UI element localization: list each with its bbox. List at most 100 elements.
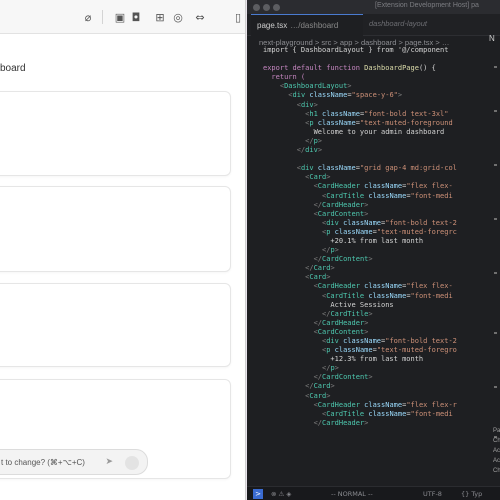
code-line[interactable]: import { DashboardLayout } from '@/compo… xyxy=(247,46,500,55)
code-line[interactable]: </CardHeader> xyxy=(247,319,500,328)
expand-icon[interactable]: ⇔ xyxy=(192,9,208,25)
line-text: </Card> xyxy=(263,264,335,273)
code-line[interactable]: return ( xyxy=(247,73,500,82)
code-line[interactable]: <CardHeader className="flex flex- xyxy=(247,282,500,291)
tab-dashboard-layout[interactable]: dashboard-layout xyxy=(369,19,427,28)
vim-mode: -- NORMAL -- xyxy=(331,490,373,498)
send-icon[interactable]: ➤ xyxy=(105,457,113,467)
side-panel-item[interactable]: Ac xyxy=(493,458,500,464)
close-window-button[interactable] xyxy=(253,4,260,11)
code-line[interactable]: <CardHeader className="flex flex- xyxy=(247,182,500,191)
code-line[interactable]: <div> xyxy=(247,101,500,110)
code-line[interactable]: <Card> xyxy=(247,392,500,401)
code-line[interactable]: <div className="grid gap-4 md:grid-col xyxy=(247,164,500,173)
line-text: <div className="font-bold text-2 xyxy=(263,337,457,345)
code-line[interactable]: </CardContent> xyxy=(247,373,500,382)
line-text: <div className="font-bold text-2 xyxy=(263,218,457,227)
code-line[interactable]: <h1 className="font-bold text-3xl" xyxy=(247,110,500,119)
code-line[interactable]: +12.3% from last month xyxy=(247,355,500,364)
line-text: <CardHeader className="flex flex- xyxy=(263,182,453,191)
code-line[interactable]: export default function DashboardPage() … xyxy=(247,64,500,73)
side-panel-item[interactable]: Ch xyxy=(493,438,500,444)
line-text: <Card> xyxy=(263,391,331,400)
code-line[interactable]: </Card> xyxy=(247,382,500,391)
line-text: <div className="grid gap-4 md:grid-col xyxy=(263,164,457,173)
code-line[interactable]: </Card> xyxy=(247,264,500,273)
zoom-window-button[interactable] xyxy=(273,4,280,11)
code-line[interactable]: </CardTitle> xyxy=(247,310,500,319)
side-panel-item[interactable]: Ac xyxy=(493,448,500,454)
code-line[interactable]: <CardContent> xyxy=(247,328,500,337)
code-line[interactable]: <div className="font-bold text-2 xyxy=(247,337,500,346)
code-line[interactable]: <CardContent> xyxy=(247,210,500,219)
code-line[interactable]: </div> xyxy=(247,146,500,155)
tab-label: page.tsx xyxy=(257,21,288,30)
camera-icon[interactable]: ◘ xyxy=(128,9,144,25)
tab-page-tsx[interactable]: page.tsx …/dashboard xyxy=(251,14,363,36)
line-text: </CardHeader> xyxy=(263,318,369,327)
code-line[interactable]: Active Sessions xyxy=(247,301,500,310)
code-line[interactable]: <Card> xyxy=(247,173,500,182)
code-line[interactable]: <CardTitle className="font-medi xyxy=(247,292,500,301)
code-line[interactable]: </CardContent> xyxy=(247,255,500,264)
language-mode[interactable]: {} Typ xyxy=(461,490,482,498)
screenshot-icon[interactable]: ▣ xyxy=(112,9,128,25)
code-line[interactable]: <p className="text-muted-foreground xyxy=(247,119,500,128)
chat-placeholder: t to change? (⌘+⌥+C) xyxy=(1,457,85,467)
status-bar: >< ⊗ ⚠ ◈ -- NORMAL -- UTF-8 {} Typ xyxy=(247,486,500,500)
code-line[interactable] xyxy=(247,55,500,64)
line-text: </CardHeader> xyxy=(263,200,369,209)
code-line[interactable]: </p> xyxy=(247,137,500,146)
line-text: </div> xyxy=(263,146,323,155)
sidebar-icon[interactable]: ▯ xyxy=(230,9,245,25)
code-area[interactable]: import { DashboardLayout } from '@/compo… xyxy=(247,46,500,428)
window-title: [Extension Development Host] pa xyxy=(375,2,479,9)
minimize-window-button[interactable] xyxy=(263,4,270,11)
line-text: <CardHeader className="flex flex-r xyxy=(263,400,457,409)
side-panel xyxy=(490,30,500,480)
line-text: <p className="text-muted-foregrc xyxy=(263,227,457,236)
code-line[interactable]: <DashboardLayout> xyxy=(247,82,500,91)
line-text: return ( xyxy=(263,73,306,82)
target-icon[interactable]: ◎ xyxy=(170,9,186,25)
line-text: </CardContent> xyxy=(263,373,373,382)
code-line[interactable]: <div className="space-y-6"> xyxy=(247,91,500,100)
code-line[interactable]: </CardHeader> xyxy=(247,419,500,428)
chat-action-button[interactable] xyxy=(125,456,139,470)
stat-card-1 xyxy=(0,91,231,176)
code-line[interactable]: <CardTitle className="font-medi xyxy=(247,192,500,201)
code-line[interactable]: </p> xyxy=(247,364,500,373)
line-text: import { DashboardLayout } from '@/compo… xyxy=(263,46,449,54)
code-line[interactable]: <p className="text-muted-foregrc xyxy=(247,228,500,237)
code-editor: [Extension Development Host] pa page.tsx… xyxy=(247,0,500,500)
code-line[interactable]: +20.1% from last month xyxy=(247,237,500,246)
side-panel-item[interactable]: Pa xyxy=(493,428,500,434)
chat-input[interactable]: t to change? (⌘+⌥+C) ➤ xyxy=(0,449,148,475)
code-line[interactable]: </CardHeader> xyxy=(247,201,500,210)
remote-icon[interactable]: >< xyxy=(253,489,263,499)
line-text: </Card> xyxy=(263,382,335,391)
line-text: </p> xyxy=(263,246,339,255)
side-panel-item[interactable]: Ch xyxy=(493,468,500,474)
editor-tabs: page.tsx …/dashboard dashboard-layout N xyxy=(247,14,500,43)
stat-card-3 xyxy=(0,283,231,367)
line-text: <h1 className="font-bold text-3xl" xyxy=(263,109,449,118)
line-text: +20.1% from last month xyxy=(263,236,424,245)
encoding[interactable]: UTF-8 xyxy=(423,490,442,498)
code-line[interactable]: <div className="font-bold text-2 xyxy=(247,219,500,228)
line-text: <DashboardLayout> xyxy=(263,82,352,91)
branch-icon[interactable]: ⊗ ⚠ ◈ xyxy=(271,490,291,498)
code-line[interactable]: Welcome to your admin dashboard xyxy=(247,128,500,137)
code-line[interactable]: </p> xyxy=(247,246,500,255)
code-line[interactable]: <CardHeader className="flex flex-r xyxy=(247,401,500,410)
line-text: </CardContent> xyxy=(263,255,373,264)
attach-icon[interactable]: ⌀ xyxy=(80,9,96,25)
code-line[interactable]: <CardTitle className="font-medi xyxy=(247,410,500,419)
code-line[interactable]: <Card> xyxy=(247,273,500,282)
desktop: ⌀ ▣ ◘ ⊞ ◎ ⇔ ▯ board t to change? (⌘+⌥+C) ➤ [Ex… xyxy=(0,0,500,500)
code-line[interactable] xyxy=(247,155,500,164)
grid-icon[interactable]: ⊞ xyxy=(152,9,168,25)
code-line[interactable]: <p className="text-muted-foregro xyxy=(247,346,500,355)
line-text: <CardTitle className="font-medi xyxy=(263,291,453,300)
line-text: <Card> xyxy=(263,273,331,282)
